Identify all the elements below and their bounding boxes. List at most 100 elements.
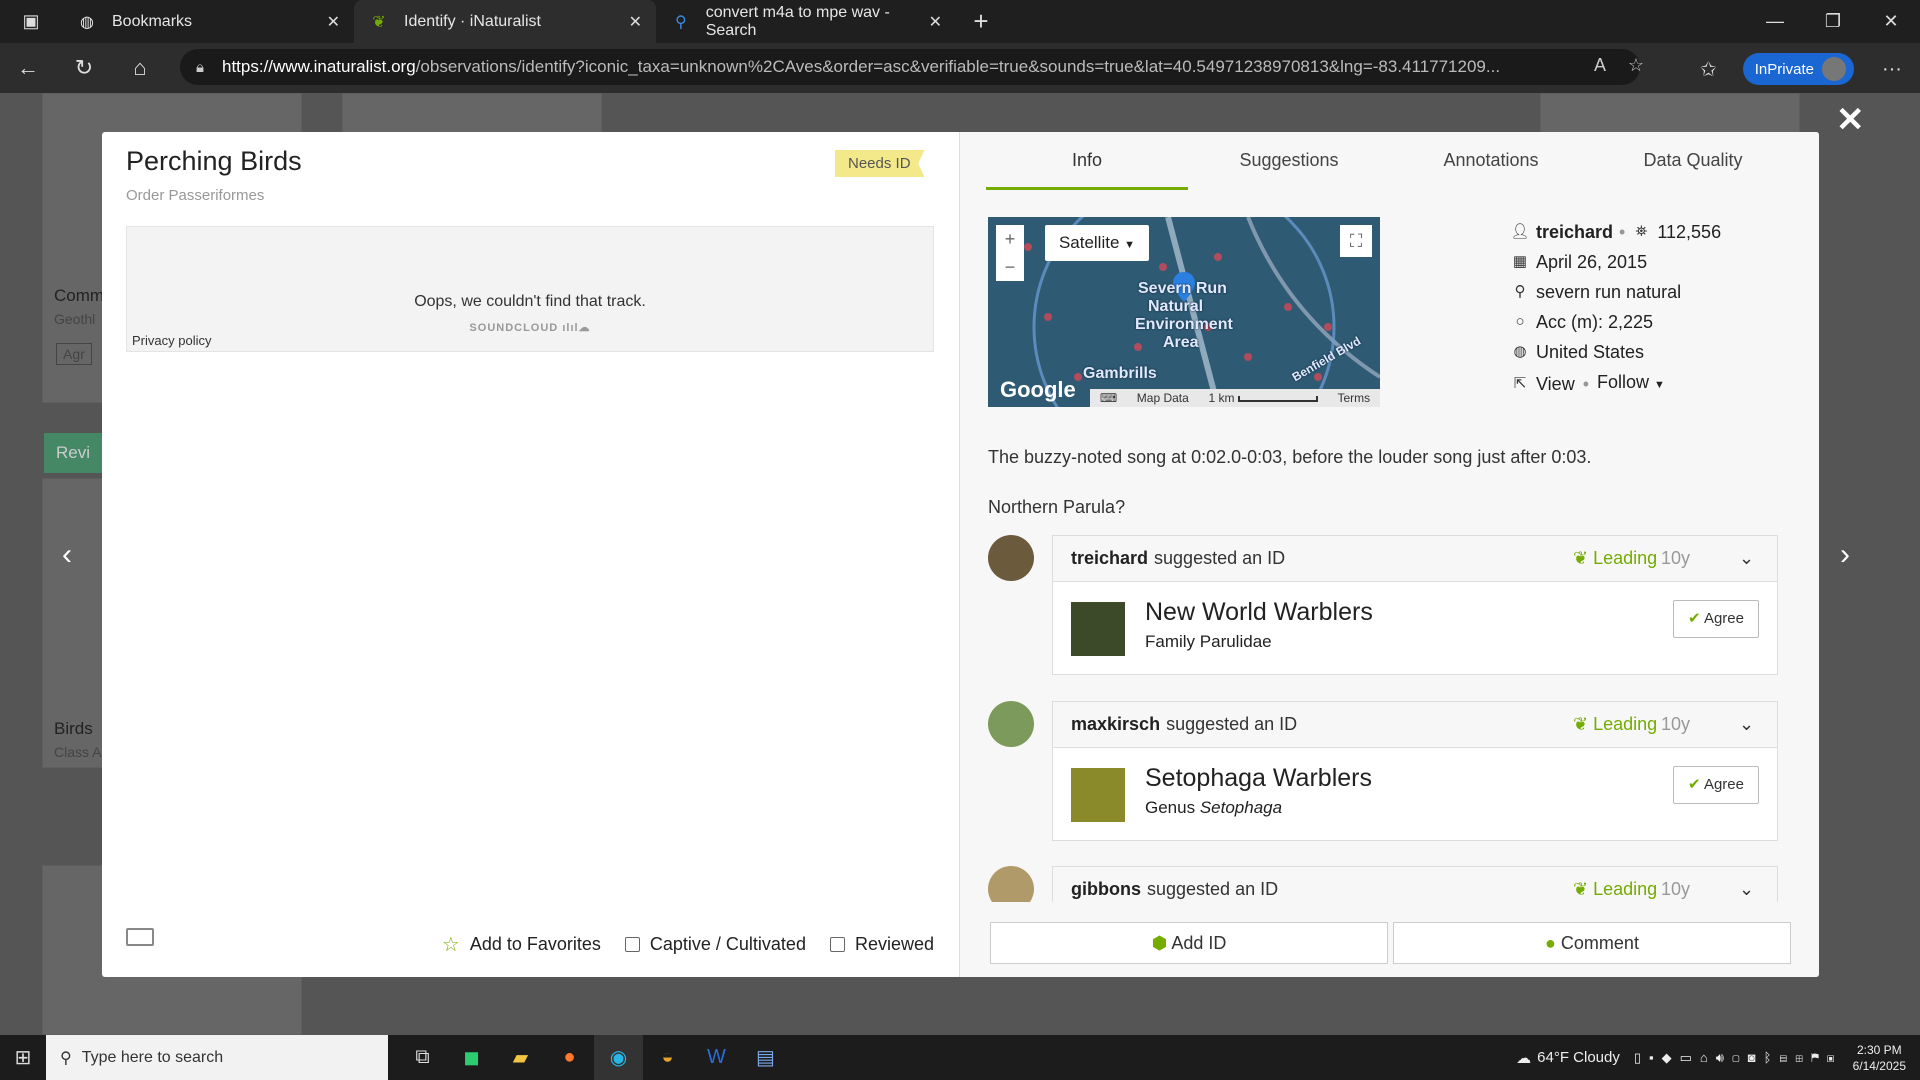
follow-dropdown[interactable]: Follow ▼ <box>1597 367 1665 400</box>
green-app-icon[interactable]: ◼ <box>447 1035 496 1080</box>
identification-age: 10y <box>1661 714 1691 734</box>
favorites-icon[interactable]: ✩ <box>1700 57 1717 82</box>
tab-suggestions[interactable]: Suggestions <box>1188 132 1390 190</box>
weather-cloud-icon: ☁ <box>1516 1049 1532 1067</box>
map-pin-icon: ⚲ <box>1514 283 1526 300</box>
close-modal-icon[interactable]: ✕ <box>1836 100 1865 140</box>
add-id-button[interactable]: ⬢ Add ID <box>990 922 1388 964</box>
chevron-down-icon[interactable]: ⌄ <box>1739 714 1754 735</box>
word-icon[interactable]: W <box>692 1035 741 1080</box>
bg-card-title: Comm <box>54 286 105 305</box>
tab-bookmarks[interactable]: ◍ Bookmarks ✕ <box>62 0 354 43</box>
close-tab-icon[interactable]: ✕ <box>629 12 642 32</box>
bg-card-title: Birds <box>54 719 93 738</box>
view-link[interactable]: View <box>1536 369 1575 399</box>
agree-button[interactable]: ✔ Agree <box>1673 766 1759 804</box>
home-icon[interactable]: ⌂ <box>112 55 168 81</box>
taxon-photo[interactable] <box>1071 768 1125 822</box>
app-icon[interactable]: ◒ <box>643 1035 692 1080</box>
identifier-link[interactable]: treichard <box>1071 548 1148 569</box>
zoom-out-button[interactable]: − <box>996 253 1024 281</box>
avatar[interactable] <box>988 866 1034 902</box>
back-icon[interactable]: ← <box>0 55 56 81</box>
inprivate-badge[interactable]: InPrivate <box>1742 53 1854 85</box>
windows-taskbar: ⊞ ⚲ Type here to search ⧉ ◼ ▰ ● ◉ ◒ W ▤ … <box>0 1035 1920 1080</box>
taxon-name-link[interactable]: Setophaga Warblers <box>1145 764 1372 793</box>
fullscreen-icon[interactable]: ⛶ <box>1340 225 1372 257</box>
leading-badge: ❦ Leading <box>1573 714 1658 734</box>
observer-link[interactable]: treichard <box>1536 217 1613 247</box>
reviewed-checkbox[interactable] <box>829 937 845 952</box>
globe-icon: ◍ <box>80 13 94 31</box>
refresh-icon[interactable]: ↻ <box>56 55 112 81</box>
previous-arrow-icon[interactable]: ‹ <box>62 538 72 572</box>
close-tab-icon[interactable]: ✕ <box>327 12 340 32</box>
check-icon: ✔ <box>1688 776 1701 793</box>
panel-tabs: Info Suggestions Annotations Data Qualit… <box>986 132 1818 190</box>
captive-label: Captive / Cultivated <box>649 934 806 954</box>
taxon-rank-subtitle: Order Passeriformes <box>126 187 265 204</box>
shield-icon: ⬢ <box>1151 933 1168 953</box>
star-icon[interactable]: ☆ <box>442 932 460 957</box>
firefox-icon[interactable]: ● <box>545 1035 594 1080</box>
taxon-photo[interactable] <box>1071 602 1125 656</box>
tab-actions-icon[interactable]: ▣ <box>0 0 62 43</box>
url-field[interactable]: 🔒︎ https://www.inaturalist.org/observati… <box>180 49 1644 85</box>
identification-age: 10y <box>1661 879 1691 899</box>
privacy-policy-link[interactable]: Privacy policy <box>132 333 211 348</box>
observation-map[interactable]: + − Satellite ▼ ⛶ Severn Run Natural Env… <box>988 217 1380 407</box>
map-scale: 1 km <box>1208 391 1318 405</box>
map-type-dropdown[interactable]: Satellite ▼ <box>1045 225 1149 261</box>
keyboard-shortcuts-icon[interactable]: ⌨ <box>1100 391 1117 405</box>
avatar[interactable] <box>988 535 1034 581</box>
restore-icon[interactable]: ❐ <box>1804 0 1862 43</box>
identification-action: suggested an ID <box>1147 879 1279 899</box>
new-tab-button[interactable]: + <box>956 6 1006 37</box>
place-guess: severn run natural <box>1536 282 1682 302</box>
app-window-icon[interactable]: ▤ <box>741 1035 790 1080</box>
keyboard-icon[interactable] <box>126 928 154 946</box>
agree-button[interactable]: ✔ Agree <box>1673 600 1759 638</box>
task-view-icon[interactable]: ⧉ <box>398 1035 447 1080</box>
terms-link[interactable]: Terms <box>1337 391 1370 405</box>
minimize-icon[interactable]: — <box>1746 0 1804 43</box>
weather[interactable]: 64°F Cloudy <box>1537 1049 1620 1066</box>
avatar[interactable] <box>988 701 1034 747</box>
next-arrow-icon[interactable]: › <box>1840 538 1850 572</box>
bg-agree-button: Agr <box>56 343 92 365</box>
windows-start-icon[interactable]: ⊞ <box>0 1045 46 1070</box>
close-window-icon[interactable]: ✕ <box>1862 0 1920 43</box>
add-to-favorites-link[interactable]: Add to Favorites <box>470 934 601 955</box>
chevron-down-icon[interactable]: ⌄ <box>1739 548 1754 569</box>
lock-icon: 🔒︎ <box>196 58 204 76</box>
tab-annotations[interactable]: Annotations <box>1390 132 1592 190</box>
captive-checkbox[interactable] <box>624 937 640 952</box>
tray-icons[interactable]: ▯▪◆▭⌂🔊︎▢◙ᛒ▤⊞⚑▣ <box>1634 1050 1843 1066</box>
observation-actions: ☆ Add to Favorites Captive / Cultivated … <box>442 932 934 957</box>
zoom-in-button[interactable]: + <box>996 225 1024 253</box>
identifier-link[interactable]: gibbons <box>1071 879 1141 900</box>
chevron-down-icon[interactable]: ⌄ <box>1739 879 1754 900</box>
identification-card: gibbons suggested an ID ❦ Leading 10y ⌄ <box>1052 866 1778 902</box>
read-aloud-icon[interactable]: A <box>1594 55 1606 76</box>
identification-card: maxkirsch suggested an ID ❦ Leading 10y … <box>1052 701 1778 841</box>
more-icon[interactable]: ··· <box>1882 58 1902 81</box>
tab-search[interactable]: ⚲ convert m4a to mpe wav - Search ✕ <box>656 0 956 43</box>
taxon-name-link[interactable]: New World Warblers <box>1145 598 1373 627</box>
map-place-label: Severn Run <box>1138 280 1227 297</box>
tab-data-quality[interactable]: Data Quality <box>1592 132 1794 190</box>
embed-message: Oops, we couldn't find that track. <box>414 293 646 310</box>
edge-icon[interactable]: ◉ <box>594 1035 643 1080</box>
comment-button[interactable]: ● Comment <box>1393 922 1791 964</box>
identification-header: maxkirsch suggested an ID ❦ Leading 10y … <box>1053 702 1777 748</box>
map-data-link[interactable]: Map Data <box>1137 391 1189 405</box>
clock[interactable]: 2:30 PM 6/14/2025 <box>1853 1042 1906 1074</box>
favorite-star-icon[interactable]: ☆ <box>1628 55 1644 76</box>
close-tab-icon[interactable]: ✕ <box>929 12 942 32</box>
identifier-link[interactable]: maxkirsch <box>1071 714 1160 735</box>
taskbar-search[interactable]: ⚲ Type here to search <box>46 1035 388 1080</box>
tab-identify[interactable]: ❦ Identify · iNaturalist ✕ <box>354 0 656 43</box>
tab-title: convert m4a to mpe wav - Search <box>705 3 890 39</box>
file-explorer-icon[interactable]: ▰ <box>496 1035 545 1080</box>
tab-info[interactable]: Info <box>986 132 1188 190</box>
